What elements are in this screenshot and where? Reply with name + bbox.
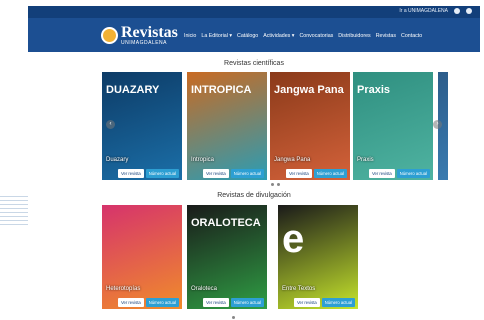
view-journal-button[interactable]: Ver revista: [117, 169, 144, 178]
carousel-dots-2: [232, 316, 235, 319]
scientific-section-title: Revistas científicas: [224, 60, 284, 67]
journal-name: Heterotopías: [106, 286, 141, 292]
cover-title: DUAZARY: [106, 84, 160, 96]
view-journal-button[interactable]: Ver revista: [117, 298, 144, 307]
carousel-next-icon[interactable]: ›: [433, 120, 442, 129]
globe-icon[interactable]: [454, 8, 460, 14]
view-journal-button[interactable]: Ver revista: [368, 169, 395, 178]
nav-item-actividades[interactable]: Actividades ▾: [263, 33, 294, 39]
user-icon[interactable]: [466, 8, 472, 14]
nav-item-catalogo[interactable]: Catálogo: [237, 33, 258, 39]
current-issue-button[interactable]: Número actual: [230, 169, 264, 178]
main-navbar: Revistas UNIMAGDALENA Inicio La Editoria…: [28, 18, 480, 52]
journal-name: Oraloteca: [191, 286, 218, 292]
cover-title: INTROPICA: [191, 84, 252, 96]
current-issue-button[interactable]: Número actual: [313, 169, 347, 178]
logo-title: Revistas: [121, 23, 178, 41]
nav-item-contacto[interactable]: Contacto: [401, 33, 422, 39]
page-frame: Ir a UNIMAGDALENA Revistas UNIMAGDALENA …: [28, 6, 480, 320]
site-logo[interactable]: Revistas UNIMAGDALENA: [101, 22, 178, 48]
view-journal-button[interactable]: Ver revista: [202, 298, 229, 307]
carousel-dot[interactable]: [271, 183, 274, 186]
journal-card[interactable]: Praxis Praxis Ver revista Número actual: [353, 72, 433, 180]
journal-card[interactable]: ORALOTECA Oraloteca Ver revista Número actu…: [187, 205, 267, 309]
journal-name: Jangwa Pana: [274, 157, 311, 163]
nav-menu: Inicio La Editorial ▾ Catálogo Actividad…: [184, 33, 422, 39]
cover-title: e: [282, 217, 305, 261]
current-issue-button[interactable]: Número actual: [396, 169, 430, 178]
nav-item-convocatorias[interactable]: Convocatorias: [299, 33, 333, 39]
carousel-dots: [271, 183, 280, 186]
carousel-dot[interactable]: [232, 316, 235, 319]
nav-item-inicio[interactable]: Inicio: [184, 33, 196, 39]
current-issue-button[interactable]: Número actual: [145, 169, 179, 178]
cover-title: Jangwa Pana: [274, 84, 344, 96]
journal-name: Duazary: [106, 157, 129, 163]
divulgation-section-title: Revistas de divulgación: [217, 192, 291, 199]
journal-card[interactable]: Heterotopías Ver revista Número actual: [102, 205, 182, 309]
view-journal-button[interactable]: Ver revista: [202, 169, 229, 178]
cover-title: Praxis: [357, 84, 391, 96]
view-journal-button[interactable]: Ver revista: [285, 169, 312, 178]
journal-name: Entre Textos: [282, 286, 316, 292]
nav-item-revistas[interactable]: Revistas: [376, 33, 396, 39]
nav-item-editorial[interactable]: La Editorial ▾: [201, 33, 232, 39]
carousel-dot[interactable]: [277, 183, 280, 186]
current-issue-button[interactable]: Número actual: [145, 298, 179, 307]
unimagdalena-link[interactable]: Ir a UNIMAGDALENA: [399, 8, 448, 14]
journal-card[interactable]: e Entre Textos Ver revista Número actual: [278, 205, 358, 309]
current-issue-button[interactable]: Número actual: [230, 298, 264, 307]
cover-title: ORALOTECA: [191, 217, 261, 229]
journal-card[interactable]: Jangwa Pana Jangwa Pana Ver revista Número …: [270, 72, 350, 180]
current-issue-button[interactable]: Número actual: [321, 298, 355, 307]
nav-item-distribuidores[interactable]: Distribuidores: [338, 33, 370, 39]
carousel-prev-icon[interactable]: ‹: [106, 120, 115, 129]
top-utility-bar: Ir a UNIMAGDALENA: [28, 6, 480, 18]
logo-emblem-icon: [101, 26, 118, 44]
journal-name: Praxis: [357, 157, 374, 163]
journal-card[interactable]: INTROPICA Intropica Ver revista Número actu…: [187, 72, 267, 180]
journal-name: Intropica: [191, 157, 215, 163]
logo-subtitle: UNIMAGDALENA: [121, 39, 168, 46]
view-journal-button[interactable]: Ver revista: [293, 298, 320, 307]
